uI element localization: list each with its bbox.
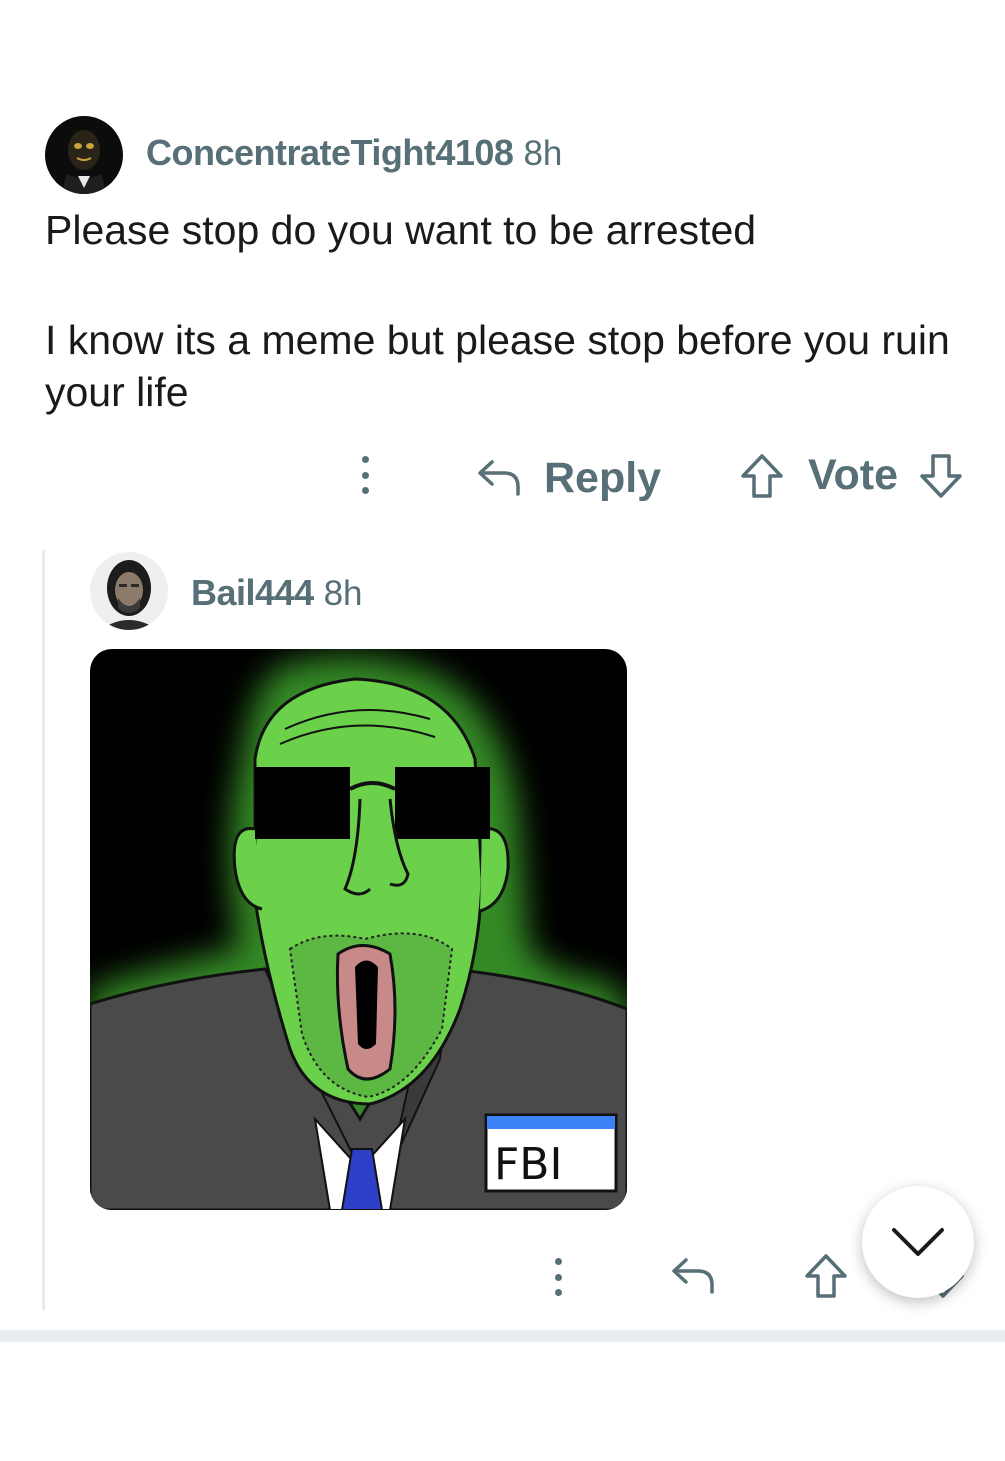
chevron-down-icon xyxy=(892,1228,944,1256)
reply-upvote-button[interactable] xyxy=(803,1252,849,1300)
reply-image[interactable]: FBI xyxy=(90,649,627,1210)
reply-more-options-button[interactable] xyxy=(551,1258,565,1296)
comment-body-paragraph-2: I know its a meme but please stop before… xyxy=(45,317,950,415)
kebab-icon xyxy=(554,1258,562,1265)
vote-score: Vote xyxy=(808,451,898,499)
kebab-icon xyxy=(361,456,369,463)
section-divider xyxy=(0,1330,1005,1342)
downvote-button[interactable] xyxy=(918,452,964,500)
reply-reply-button[interactable] xyxy=(670,1256,716,1296)
upvote-button[interactable] xyxy=(739,452,785,500)
comment-more-options-button[interactable] xyxy=(358,456,372,494)
downvote-arrow-icon xyxy=(920,454,962,498)
reply-label: Reply xyxy=(544,453,662,502)
comment-reply-button[interactable]: Reply xyxy=(476,450,661,506)
comment-timestamp: 8h xyxy=(523,134,563,173)
reply-username[interactable]: Bail444 xyxy=(191,572,314,613)
thread-line[interactable] xyxy=(42,550,45,1310)
fbi-badge-text: FBI xyxy=(494,1139,562,1190)
reply-arrow-icon xyxy=(476,458,522,498)
comment-avatar[interactable] xyxy=(45,116,123,194)
comment-header: ConcentrateTight4108 8h xyxy=(146,132,562,176)
reply-avatar[interactable] xyxy=(90,552,168,630)
comment-body-paragraph-1: Please stop do you want to be arrested xyxy=(45,207,757,253)
reply-header: Bail444 8h xyxy=(191,572,363,616)
reply-timestamp: 8h xyxy=(323,574,363,613)
comment-username[interactable]: ConcentrateTight4108 xyxy=(146,132,514,173)
upvote-arrow-icon xyxy=(741,454,783,498)
reply-arrow-icon xyxy=(672,1258,714,1294)
scroll-down-button[interactable] xyxy=(862,1186,974,1298)
upvote-arrow-icon xyxy=(805,1254,847,1298)
